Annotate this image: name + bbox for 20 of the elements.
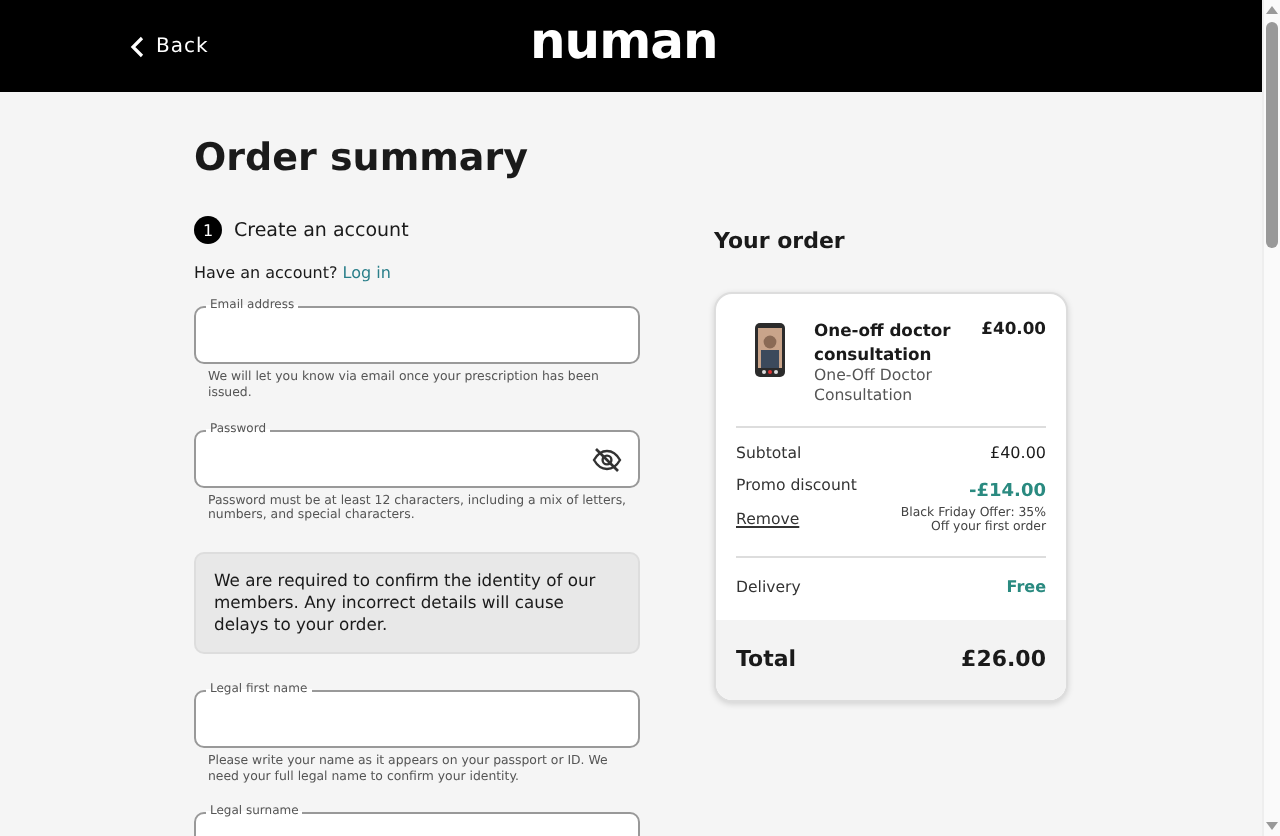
login-prompt: Have an account? Log in <box>194 264 393 282</box>
logo[interactable]: numan <box>530 12 718 70</box>
page-title: Order summary <box>194 136 531 180</box>
login-link[interactable]: Log in <box>342 264 391 282</box>
chevron-left-icon <box>130 35 144 57</box>
step-number: 1 <box>194 216 222 244</box>
product-price: £40.00 <box>981 318 1046 342</box>
eye-slash-icon[interactable] <box>592 447 622 471</box>
subtotal-value: £40.00 <box>990 443 1046 462</box>
product-name: One-off doctor consultation <box>814 318 953 367</box>
total-value: £26.00 <box>961 645 1046 672</box>
discount-value: -£14.00 <box>967 481 1046 502</box>
delivery-value: Free <box>1006 577 1046 596</box>
total-label: Total <box>736 645 797 672</box>
section-heading: Create an account <box>234 219 409 241</box>
phone-video-call-icon <box>754 322 786 378</box>
order-heading: Your order <box>714 228 847 254</box>
identity-notice: We are required to confirm the identity of our members. Any incorrect details will cause delays to your order. <box>194 552 640 654</box>
scrollbar[interactable] <box>1262 0 1280 836</box>
back-link[interactable]: Back <box>130 35 209 57</box>
